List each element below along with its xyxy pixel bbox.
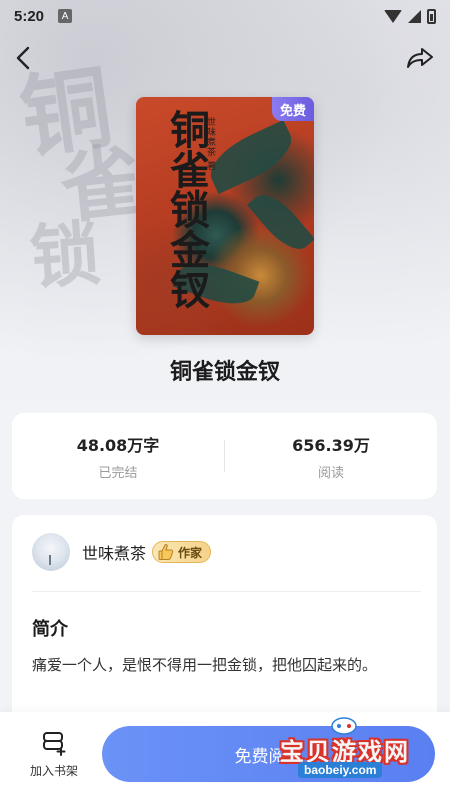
add-to-shelf-button[interactable]: 加入书架	[18, 730, 90, 782]
free-read-button[interactable]: 免费阅读	[102, 726, 435, 782]
author-avatar[interactable]	[32, 533, 70, 571]
intro-text[interactable]: 痛爱一个人，是恨不得用一把金锁，把他囚起来的。	[32, 649, 417, 681]
author-badge-label: 作家	[178, 545, 203, 560]
card-divider	[32, 591, 421, 592]
back-button[interactable]	[8, 42, 40, 74]
word-count-stat: 48.08万字 已完结	[12, 432, 224, 481]
author-name[interactable]: 世味煮茶	[82, 540, 146, 564]
stats-card: 48.08万字 已完结 656.39万 阅读	[12, 413, 437, 499]
signal-icon	[408, 9, 421, 23]
bottom-action-bar: 加入书架 免费阅读	[0, 712, 450, 800]
bookshelf-add-icon	[43, 732, 66, 756]
reads-value: 656.39万	[292, 435, 370, 455]
status-icons	[384, 8, 436, 24]
share-button[interactable]	[404, 42, 436, 74]
author-row[interactable]: 世味煮茶 作家	[32, 533, 212, 571]
reads-label: 阅读	[317, 465, 344, 481]
notification-icon: A	[58, 9, 73, 23]
status-time: 5:20	[14, 7, 45, 25]
battery-icon	[427, 8, 436, 24]
free-badge: 免费	[271, 97, 314, 121]
back-arrow-icon	[16, 46, 30, 70]
book-title: 铜雀锁金钗	[169, 360, 280, 385]
book-cover[interactable]: 铜雀锁金钗 世味煮茶 著 免费	[136, 97, 314, 335]
background-calligraphy: 雀	[55, 133, 146, 235]
cover-title: 铜雀锁金钗	[163, 109, 210, 309]
cover-author: 世味煮茶 著	[205, 117, 215, 171]
thumbs-up-icon	[158, 544, 174, 560]
intro-heading: 简介	[32, 619, 68, 640]
add-to-shelf-label: 加入书架	[29, 764, 78, 778]
reads-stat: 656.39万 阅读	[225, 432, 437, 481]
share-icon	[407, 48, 433, 68]
status-bar: 5:20 A	[0, 0, 450, 32]
wifi-icon	[384, 9, 402, 23]
background-calligraphy: 锁	[27, 211, 104, 300]
word-count-value: 48.08万字	[76, 435, 160, 455]
author-badge: 作家	[152, 541, 212, 563]
cover-leaf-decoration	[247, 185, 314, 259]
completion-status: 已完结	[98, 465, 138, 481]
